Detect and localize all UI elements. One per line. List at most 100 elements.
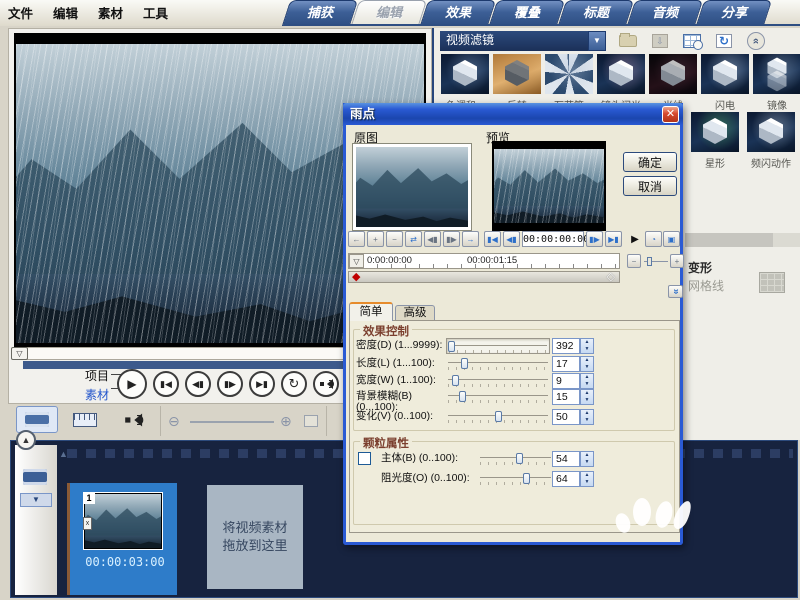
storyboard-view-button[interactable] [16,406,58,433]
body-slider[interactable] [478,451,553,467]
step-back-button[interactable]: ◀▮ [185,371,211,397]
zoom-in-icon[interactable]: ⊕ [280,413,292,430]
preview-frame [494,149,604,223]
ruler-zoom-handle[interactable] [647,257,652,266]
filter-thumbnail [649,54,697,94]
gallery-dropdown-arrow[interactable]: ▼ [588,31,606,51]
keyframe-move-right-icon[interactable]: ▮▶ [443,231,460,247]
opacity-slider[interactable] [478,471,553,487]
step-back-icon[interactable]: ◀▮ [503,231,520,247]
storyboard-clip-selected[interactable]: 1 x 00:00:03:00 [67,483,177,595]
keyframe-prev-icon[interactable]: ← [348,231,365,247]
keyframe-add-icon[interactable]: + [367,231,384,247]
step-forward-icon[interactable]: ▮▶ [586,231,603,247]
fit-project-icon[interactable] [304,415,318,427]
zoom-out-icon[interactable]: ⊖ [168,413,180,430]
length-spinner[interactable]: ▲▼ [580,356,594,372]
variation-spinner[interactable]: ▲▼ [580,409,594,425]
ruler-scrub-handle[interactable]: ▽ [349,254,364,268]
tab-basic[interactable]: 简单 [349,302,393,321]
collapse-chevron-icon[interactable]: » [668,285,683,298]
body-spinner[interactable]: ▲▼ [580,451,594,467]
ok-button[interactable]: 确定 [623,152,677,172]
tab-edit[interactable]: 编辑 [352,0,426,26]
load-media-button[interactable] [616,31,640,51]
tab-capture[interactable]: 捕获 [283,0,357,26]
play-button[interactable]: ▶ [117,369,147,399]
tab-audio[interactable]: 音频 [628,0,702,26]
clip-thumbnail[interactable] [83,492,163,550]
width-slider[interactable] [446,373,550,389]
storyboard-drop-placeholder[interactable]: 将视频素材 拖放到这里 [207,485,303,589]
background-blur-slider[interactable] [446,389,550,405]
home-button[interactable]: ▮◀ [153,371,179,397]
tab-advanced[interactable]: 高级 [395,305,435,321]
keyframe-remove-icon[interactable]: − [386,231,403,247]
length-slider[interactable] [446,356,550,372]
menu-tools[interactable]: 工具 [143,3,168,22]
density-value[interactable]: 392 [552,338,580,354]
end-button[interactable]: ▶▮ [249,371,275,397]
background-blur-value[interactable]: 15 [552,389,580,405]
preview-screen-icon[interactable]: ▣ [663,231,680,247]
tab-title[interactable]: 标题 [559,0,633,26]
timeline-view-button[interactable] [64,406,106,433]
panel-eject-button[interactable]: ▲ [16,430,36,450]
variation-value[interactable]: 50 [552,409,580,425]
swap-button[interactable]: ↻ [712,31,736,51]
filter-item-lightning[interactable]: 闪电 [699,54,751,112]
keyframe-track[interactable]: ◆ ◇ [348,271,620,283]
filter-thumbnail [545,54,593,94]
dialog-titlebar[interactable]: 雨点 [343,103,683,125]
preview-play-button[interactable]: ▶ [625,231,645,248]
timecode-field[interactable]: 00:00:00:00 [522,231,584,247]
go-end-icon[interactable]: ▶▮ [605,231,622,247]
opacity-value[interactable]: 64 [552,471,580,487]
density-spinner[interactable]: ▲▼ [580,338,594,354]
menu-edit[interactable]: 编辑 [53,3,78,22]
keyframe-start-diamond[interactable]: ◆ [352,270,360,283]
ruler-zoom-in-icon[interactable]: + [670,254,684,268]
filter-item-mirror[interactable]: 镜像 [751,54,800,112]
length-value[interactable]: 17 [552,356,580,372]
preview-gauge-icon[interactable]: ◔ [645,231,662,247]
keyframe-reverse-icon[interactable]: ⇄ [405,231,422,247]
body-value[interactable]: 54 [552,451,580,467]
filter-item-strobe[interactable]: 频闪动作 [745,112,797,170]
variation-slider[interactable] [446,409,550,425]
go-begin-icon[interactable]: ▮◀ [484,231,501,247]
background-blur-row: 背景模糊(B) (0...100): 15 ▲▼ [356,389,676,411]
width-spinner[interactable]: ▲▼ [580,373,594,389]
keyframe-move-left-icon[interactable]: ◀▮ [424,231,441,247]
options-button[interactable] [680,31,704,51]
timeline-zoom-slider[interactable] [190,421,274,423]
audio-view-button[interactable] [112,406,154,433]
gallery-dropdown[interactable]: 视频滤镜 [440,31,588,51]
track-expand-button[interactable]: ▼ [20,493,52,507]
width-value[interactable]: 9 [552,373,580,389]
keyframe-end-diamond[interactable]: ◇ [607,270,615,283]
sort-button[interactable]: ⇩ [648,31,672,51]
volume-button[interactable] [313,371,339,397]
cancel-button[interactable]: 取消 [623,176,677,196]
particle-checkbox[interactable] [358,452,371,465]
close-icon[interactable]: ✕ [662,106,679,123]
seek-handle[interactable]: ▽ [11,347,28,360]
tab-overlay[interactable]: 覆叠 [490,0,564,26]
keyframe-goto-icon[interactable]: → [462,231,479,247]
repeat-button[interactable]: ↻ [281,371,307,397]
filter-item-star[interactable]: 星形 [689,112,741,170]
ruler-zoom-out-icon[interactable]: − [627,254,641,268]
step-forward-button[interactable]: ▮▶ [217,371,243,397]
menu-clip[interactable]: 素材 [98,3,123,22]
menu-file[interactable]: 文件 [8,3,33,22]
expand-gallery-button[interactable]: » [744,31,768,51]
effect-ruler[interactable]: 0:00:00:00 00:00:01:15 [348,253,620,269]
clip-filter-badge: x [83,517,92,530]
tab-effect[interactable]: 效果 [421,0,495,26]
opacity-spinner[interactable]: ▲▼ [580,471,594,487]
background-blur-spinner[interactable]: ▲▼ [580,389,594,405]
density-slider[interactable] [446,338,550,354]
gridlines-options-icon[interactable] [759,272,785,293]
tab-share[interactable]: 分享 [697,0,771,26]
